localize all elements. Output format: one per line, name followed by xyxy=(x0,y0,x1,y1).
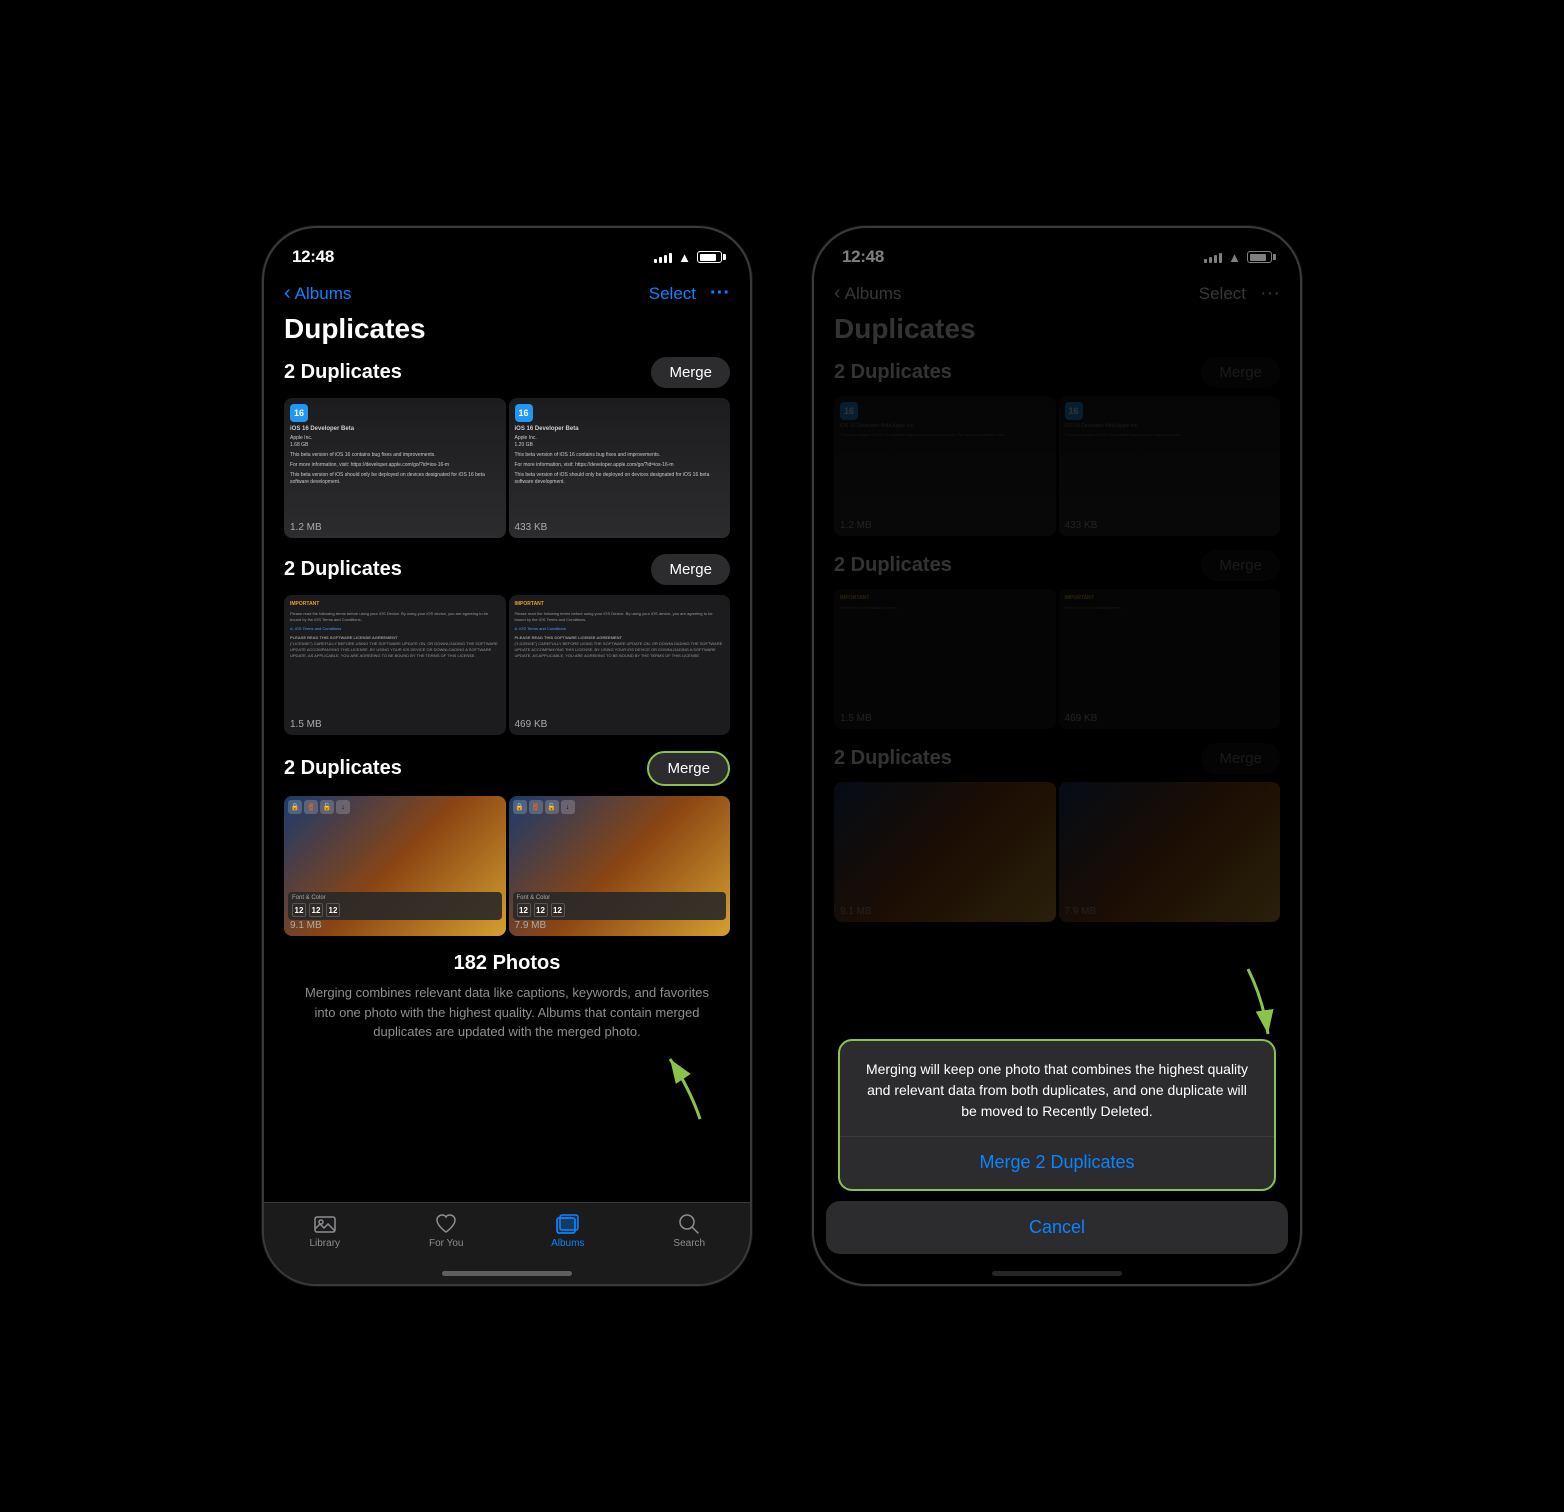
search-icon xyxy=(676,1213,702,1235)
dialog-overlay: Merging will keep one photo that combine… xyxy=(814,228,1300,1284)
wifi-icon: ▲ xyxy=(678,250,691,265)
duplicate-group-1: 2 Duplicates Merge 16 iOS 16 Developer B… xyxy=(264,357,750,554)
page-title: Duplicates xyxy=(264,313,750,357)
tab-for-you-label: For You xyxy=(429,1238,463,1249)
status-time: 12:48 xyxy=(292,247,334,267)
home-indicator xyxy=(442,1271,572,1276)
photos-row-3: 🔒 🚪 🔓 ↓ Font & Color 12 12 12 xyxy=(284,796,730,936)
albums-icon xyxy=(555,1213,581,1235)
tab-search[interactable]: Search xyxy=(629,1213,751,1249)
photos-row-2: IMPORTANT Please read the following term… xyxy=(284,595,730,735)
signal-icon xyxy=(654,251,672,263)
photo-size-1a: 1.2 MB xyxy=(290,522,322,533)
cancel-button[interactable]: Cancel xyxy=(826,1201,1288,1254)
photo-size-3a: 9.1 MB xyxy=(290,920,322,931)
duplicate-group-3: 2 Duplicates Merge 🔒 🚪 🔓 ↓ xyxy=(264,751,750,952)
tab-albums-label: Albums xyxy=(551,1238,584,1249)
phone-1-screen: 12:48 ▲ ‹ Albums Select xyxy=(264,228,750,1284)
photo-size-1b: 433 KB xyxy=(515,522,548,533)
for-you-icon xyxy=(433,1213,459,1235)
merge-button-2[interactable]: Merge xyxy=(651,554,730,585)
merge-duplicates-button[interactable]: Merge 2 Duplicates xyxy=(840,1136,1274,1189)
dup-group-2-title: 2 Duplicates xyxy=(284,558,402,581)
more-button[interactable]: ··· xyxy=(710,282,730,305)
phone-2: 12:48 ▲ ‹ Albums Select xyxy=(812,226,1302,1286)
back-chevron-icon: ‹ xyxy=(284,282,291,305)
photo-size-2b: 469 KB xyxy=(515,719,548,730)
bottom-info: 182 Photos Merging combines relevant dat… xyxy=(264,952,750,1042)
tab-for-you[interactable]: For You xyxy=(386,1213,508,1249)
phone-1: 12:48 ▲ ‹ Albums Select xyxy=(262,226,752,1286)
phone-2-screen: 12:48 ▲ ‹ Albums Select xyxy=(814,228,1300,1284)
tab-search-label: Search xyxy=(673,1238,705,1249)
tab-library-label: Library xyxy=(309,1238,340,1249)
photo-thumb-1a[interactable]: 16 iOS 16 Developer Beta Apple Inc. 1.68… xyxy=(284,398,506,538)
battery-icon xyxy=(697,251,722,263)
nav-actions: Select ··· xyxy=(649,282,730,305)
photo-thumb-2a[interactable]: IMPORTANT Please read the following term… xyxy=(284,595,506,735)
photo-size-2a: 1.5 MB xyxy=(290,719,322,730)
photo-description: Merging combines relevant data like capt… xyxy=(284,983,730,1042)
scroll-content[interactable]: 2 Duplicates Merge 16 iOS 16 Developer B… xyxy=(264,357,750,1243)
photo-count: 182 Photos xyxy=(284,952,730,975)
photo-thumb-3a[interactable]: 🔒 🚪 🔓 ↓ Font & Color 12 12 12 xyxy=(284,796,506,936)
back-button[interactable]: ‹ Albums xyxy=(284,283,351,305)
photo-thumb-3b[interactable]: 🔒 🚪 🔓 ↓ Font & Color 12 12 12 xyxy=(509,796,731,936)
back-label: Albums xyxy=(295,284,352,304)
photo-size-3b: 7.9 MB xyxy=(515,920,547,931)
tab-library[interactable]: Library xyxy=(264,1213,386,1249)
photo-thumb-1b[interactable]: 16 iOS 16 Developer Beta Apple Inc. 1.20… xyxy=(509,398,731,538)
merge-button-1[interactable]: Merge xyxy=(651,357,730,388)
dup-group-1-title: 2 Duplicates xyxy=(284,361,402,384)
dup-group-3-title: 2 Duplicates xyxy=(284,757,402,780)
photo-thumb-2b[interactable]: IMPORTANT Please read the following term… xyxy=(509,595,731,735)
select-button[interactable]: Select xyxy=(649,284,696,304)
merge-dialog: Merging will keep one photo that combine… xyxy=(838,1039,1276,1192)
merge-button-3[interactable]: Merge xyxy=(647,751,730,786)
status-icons: ▲ xyxy=(654,250,722,265)
tab-albums[interactable]: Albums xyxy=(507,1213,629,1249)
duplicate-group-2: 2 Duplicates Merge IMPORTANT Please read… xyxy=(264,554,750,751)
photos-row-1: 16 iOS 16 Developer Beta Apple Inc. 1.68… xyxy=(284,398,730,538)
notch xyxy=(432,228,582,260)
nav-bar: ‹ Albums Select ··· xyxy=(264,278,750,313)
dialog-message: Merging will keep one photo that combine… xyxy=(840,1041,1274,1136)
library-icon xyxy=(312,1213,338,1235)
